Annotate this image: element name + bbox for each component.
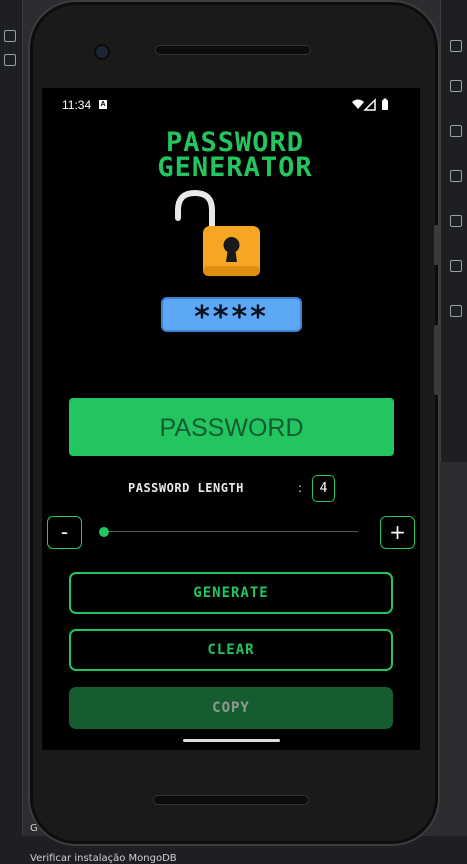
password-display[interactable]: PASSWORD bbox=[69, 398, 394, 456]
status-icons bbox=[352, 98, 388, 111]
file-icon[interactable] bbox=[4, 30, 16, 42]
power-button[interactable] bbox=[434, 225, 440, 265]
archive-icon[interactable] bbox=[4, 54, 16, 66]
ide-bottom-label[interactable]: Verificar instalação MongoDB bbox=[30, 853, 177, 864]
copy-button[interactable]: COPY bbox=[69, 687, 393, 729]
ide-right-toolbar bbox=[440, 0, 467, 462]
toolbar-icon[interactable] bbox=[450, 170, 462, 182]
toolbar-icon[interactable] bbox=[450, 80, 462, 92]
volume-button[interactable] bbox=[434, 325, 440, 395]
toolbar-icon[interactable] bbox=[450, 215, 462, 227]
password-length-label: PASSWORD LENGTH bbox=[128, 481, 244, 495]
status-time: 11:34 bbox=[62, 98, 92, 112]
bottom-speaker bbox=[153, 795, 309, 805]
clear-button[interactable]: CLEAR bbox=[69, 629, 393, 671]
home-indicator[interactable] bbox=[183, 739, 280, 742]
toolbar-icon[interactable] bbox=[450, 305, 462, 317]
password-length-value: 4 bbox=[312, 475, 335, 502]
increment-length-button[interactable]: + bbox=[380, 516, 415, 549]
decrement-length-button[interactable]: - bbox=[47, 516, 82, 549]
toolbar-icon[interactable] bbox=[450, 40, 462, 52]
generate-button[interactable]: GENERATE bbox=[69, 572, 393, 614]
ide-left-panel bbox=[0, 0, 23, 864]
length-slider-thumb[interactable] bbox=[99, 527, 109, 537]
front-camera bbox=[94, 44, 110, 60]
toolbar-icon[interactable] bbox=[450, 125, 462, 137]
notification-icon: A bbox=[99, 100, 107, 109]
masked-password-preview: **** bbox=[161, 297, 302, 335]
earpiece-speaker bbox=[155, 45, 311, 55]
padlock-icon bbox=[175, 190, 260, 276]
battery-icon bbox=[382, 100, 388, 110]
app-title: PASSWORD GENERATOR bbox=[110, 129, 360, 183]
app-title-line2: GENERATOR bbox=[157, 152, 313, 183]
toolbar-icon[interactable] bbox=[450, 260, 462, 272]
wifi-icon bbox=[352, 99, 364, 109]
length-slider-track[interactable] bbox=[104, 531, 358, 532]
signal-icon bbox=[363, 98, 376, 111]
length-colon: : bbox=[298, 481, 303, 495]
